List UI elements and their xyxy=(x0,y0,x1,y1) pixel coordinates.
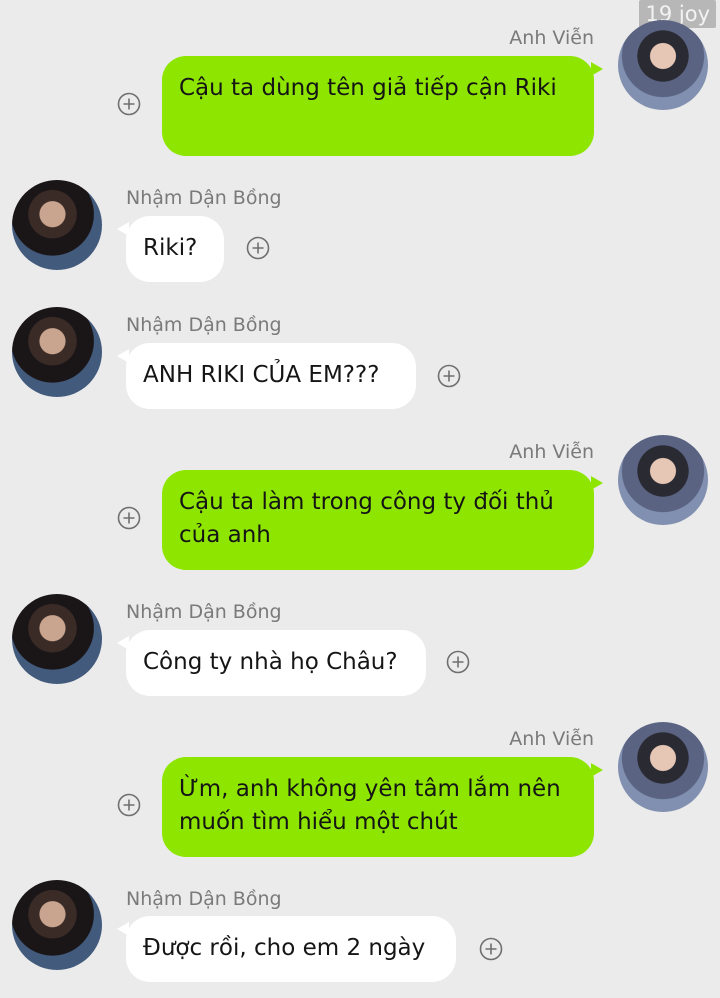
sender-name: Anh Viễn xyxy=(509,27,594,49)
sender-name: Nhậm Dận Bồng xyxy=(126,314,282,336)
message-bubble: Riki? xyxy=(117,216,224,282)
message-bubble: Cậu ta làm trong công ty đối thủ của anh xyxy=(162,470,603,570)
sender-name: Anh Viễn xyxy=(509,441,594,463)
sender-name: Nhậm Dận Bồng xyxy=(126,187,282,209)
plus-circle-icon[interactable] xyxy=(117,92,141,116)
avatar[interactable] xyxy=(618,20,708,110)
plus-circle-icon[interactable] xyxy=(437,364,461,388)
plus-circle-icon[interactable] xyxy=(117,793,141,817)
plus-circle-icon[interactable] xyxy=(479,937,503,961)
message-bubble: ANH RIKI CỦA EM??? xyxy=(117,343,416,409)
sender-name: Anh Viễn xyxy=(509,728,594,750)
plus-circle-icon[interactable] xyxy=(246,236,270,260)
avatar[interactable] xyxy=(618,722,708,812)
avatar[interactable] xyxy=(12,880,102,970)
message-bubble: Được rồi, cho em 2 ngày xyxy=(117,916,456,982)
avatar[interactable] xyxy=(12,180,102,270)
sender-name: Nhậm Dận Bồng xyxy=(126,888,282,910)
message-bubble: Ừm, anh không yên tâm lắm nên muốn tìm h… xyxy=(162,757,603,857)
plus-circle-icon[interactable] xyxy=(446,650,470,674)
plus-circle-icon[interactable] xyxy=(117,506,141,530)
sender-name: Nhậm Dận Bồng xyxy=(126,601,282,623)
avatar[interactable] xyxy=(12,307,102,397)
message-bubble: Công ty nhà họ Châu? xyxy=(117,630,426,696)
avatar[interactable] xyxy=(618,435,708,525)
avatar[interactable] xyxy=(12,594,102,684)
message-bubble: Cậu ta dùng tên giả tiếp cận Riki xyxy=(162,56,603,156)
